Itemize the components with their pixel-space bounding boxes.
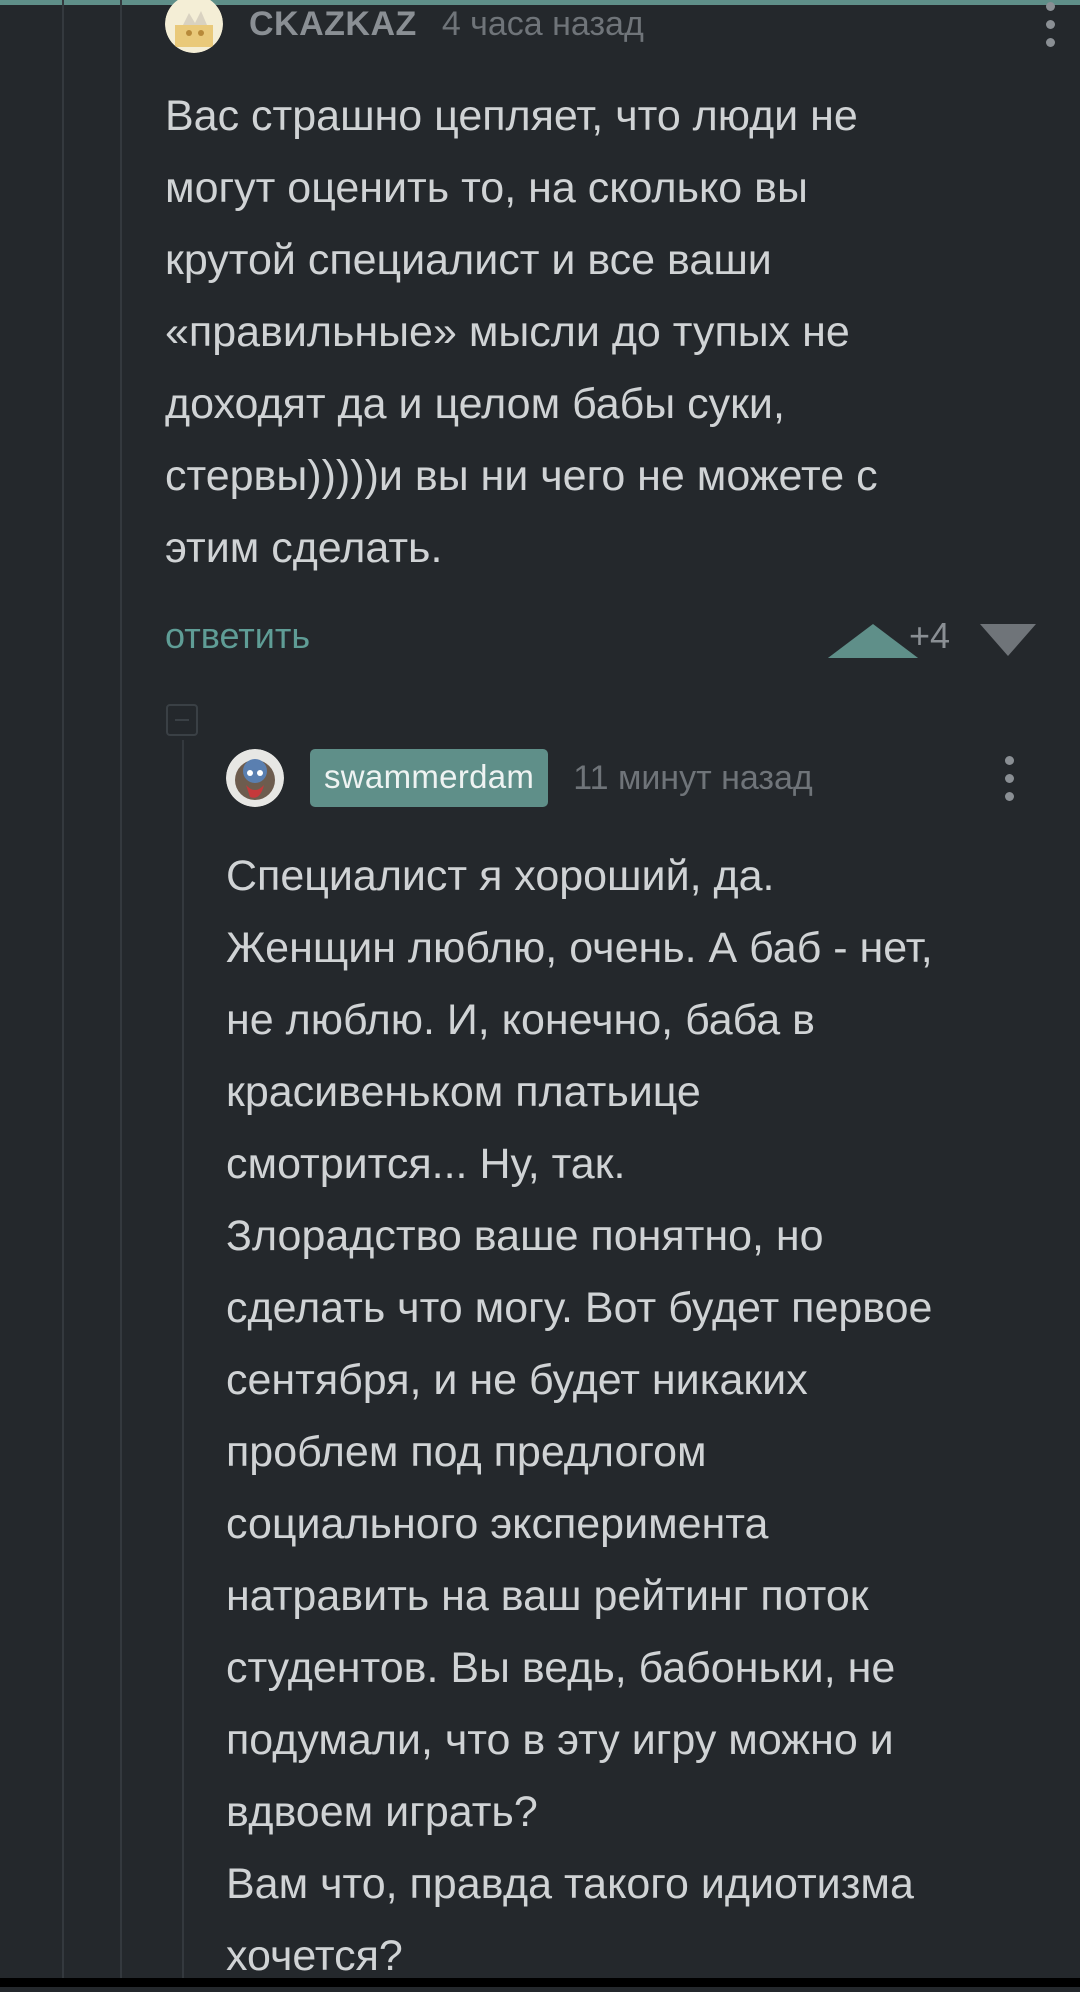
comment-swammerdam: swammerdam 11 минут назад Специалист я х… xyxy=(226,748,1036,1980)
thread-line xyxy=(62,0,64,1987)
comment-line: Женщин люблю, очень. А баб - нет, xyxy=(226,924,933,972)
comment-body: Вас страшно цепляет, что люди не могут о… xyxy=(165,80,1045,584)
triangle-down-icon[interactable] xyxy=(980,624,1036,656)
username[interactable]: swammerdam xyxy=(310,749,549,807)
username[interactable]: CKAZKAZ xyxy=(249,5,417,44)
comment-line: Вас страшно цепляет, что люди не xyxy=(165,92,858,140)
comment-line: красивеньком платьице xyxy=(226,1068,701,1116)
comment-time: 11 минут назад xyxy=(573,758,813,797)
more-vertical-icon[interactable] xyxy=(1004,748,1014,808)
comment-line: проблем под предлогом xyxy=(226,1428,707,1476)
comment-line: не люблю. И, конечно, баба в xyxy=(226,996,815,1044)
comment-line: Вам что, правда такого идиотизма xyxy=(226,1860,914,1908)
comment-header: swammerdam 11 минут назад xyxy=(226,748,1036,808)
triangle-up-icon[interactable] xyxy=(827,624,919,658)
collapse-icon[interactable] xyxy=(166,704,198,736)
comment-line: подумали, что в эту игру можно и xyxy=(226,1716,894,1764)
comment-time: 4 часа назад xyxy=(441,4,644,43)
comment-line: крутой специалист и все ваши xyxy=(165,236,772,284)
comment-line: Злорадство ваше понятно, но xyxy=(226,1212,824,1260)
reply-link[interactable]: ответить xyxy=(165,615,310,657)
comment-line: натравить на ваш рейтинг поток xyxy=(226,1572,869,1620)
comment-line: доходят да и целом бабы суки, xyxy=(165,380,785,428)
comment-line: стервы)))))и вы ни чего не можете с xyxy=(165,452,878,500)
thread-line xyxy=(182,740,184,1987)
comment-header: CKAZKAZ 4 часа назад xyxy=(165,0,1055,54)
rating-count: +4 xyxy=(909,615,951,656)
comment-line: вдвоем играть? xyxy=(226,1788,538,1836)
bottom-bar xyxy=(0,1978,1080,1987)
comment-line: этим сделать. xyxy=(165,524,443,572)
comment-line: «правильные» мысли до тупых не xyxy=(165,308,850,356)
comment-line: могут оценить то, на сколько вы xyxy=(165,164,808,212)
more-vertical-icon[interactable] xyxy=(1045,0,1055,54)
comment-line: Специалист я хороший, да. xyxy=(226,852,775,900)
comment-line: социального эксперимента xyxy=(226,1500,769,1548)
comment-ckazkaz: CKAZKAZ 4 часа назад Вас страшно цепляет… xyxy=(165,0,1055,572)
comment-line: сделать что могу. Вот будет первое xyxy=(226,1284,933,1332)
avatar[interactable] xyxy=(226,749,284,807)
comment-line: смотрится... Ну, так. xyxy=(226,1140,626,1188)
comment-line: сентября, и не будет никаких xyxy=(226,1356,808,1404)
thread-line xyxy=(120,0,122,1987)
comment-body: Специалист я хороший, да. Женщин люблю, … xyxy=(226,840,1036,1992)
avatar[interactable] xyxy=(165,0,223,53)
comment-line: студентов. Вы ведь, бабоньки, не xyxy=(226,1644,896,1692)
comment-actions: ответить +4 xyxy=(165,605,1036,665)
